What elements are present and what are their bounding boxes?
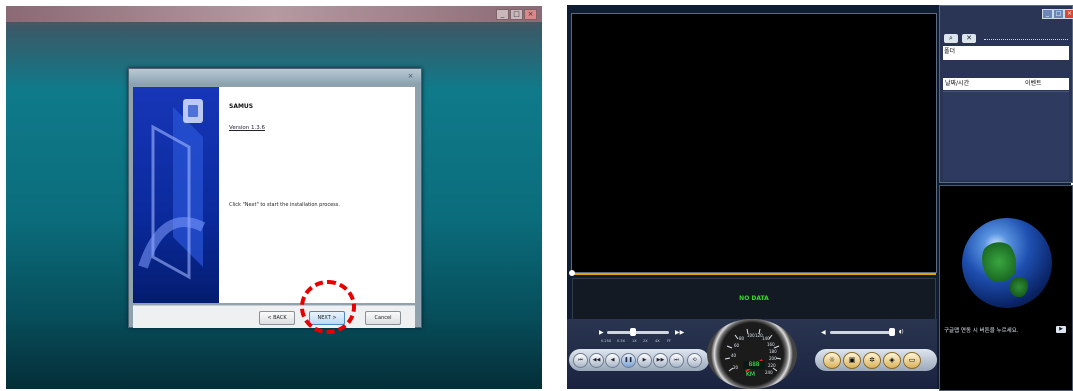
globe-image: [962, 218, 1052, 308]
gauge-tick: 240: [765, 370, 773, 375]
gauge-tick: 180: [769, 349, 777, 354]
speed-digits: 888: [743, 361, 765, 369]
control-bar: ▶ ▶▶ 0.25X 0.5X 1X 2X 4X FF ◀ ◖) ⏮ ◀◀ ◀ …: [567, 319, 937, 389]
speed-label: 1X: [632, 339, 637, 343]
speed-slider-knob[interactable]: [630, 328, 636, 336]
video-area: [571, 13, 937, 273]
dashcam-player: NO DATA ▶ ▶▶ 0.25X 0.5X 1X 2X 4X FF ◀ ◖)…: [567, 5, 1073, 391]
installer-banner: [133, 87, 219, 303]
next-highlight-circle: [300, 280, 356, 334]
maximize-icon[interactable]: □: [1053, 9, 1064, 19]
minimize-icon[interactable]: _: [1042, 9, 1053, 19]
version-link[interactable]: Version 1.3.6: [229, 125, 265, 131]
globe-landmass: [982, 240, 1016, 284]
folder-label: 폴더: [944, 48, 956, 55]
pause-icon[interactable]: ❚❚: [621, 353, 636, 368]
event-list-header: 날짜/시간 이벤트: [943, 78, 1069, 90]
fast-play-icon[interactable]: ▶▶: [675, 329, 684, 336]
capture-icon[interactable]: ☼: [823, 352, 841, 369]
gauge-tick: 100: [747, 333, 755, 338]
map-panel: 구글맵 연동 시 버튼을 누르세요. ▶: [939, 185, 1073, 391]
cancel-button[interactable]: Cancel: [365, 311, 401, 325]
back-button[interactable]: < BACK: [259, 311, 295, 325]
event-column-header[interactable]: 이벤트: [1025, 78, 1042, 89]
timeline-knob[interactable]: [569, 270, 575, 276]
gauge-tick: 20: [733, 365, 739, 370]
folder-row[interactable]: 폴더: [943, 46, 1069, 60]
google-map-button[interactable]: ▶: [1056, 326, 1066, 333]
tools-icon[interactable]: ✕: [962, 34, 976, 43]
repeat-icon[interactable]: ⟲: [687, 353, 702, 368]
globe-landmass: [1010, 276, 1028, 298]
options-icon[interactable]: ◈: [883, 352, 901, 369]
open-folder-icon[interactable]: ▭: [903, 352, 921, 369]
slow-play-icon[interactable]: ▶: [599, 329, 604, 336]
last-icon[interactable]: ⏭: [669, 353, 684, 368]
volume-slider[interactable]: [830, 331, 894, 334]
dialog-close-icon[interactable]: ×: [405, 71, 416, 81]
save-icon[interactable]: ▣: [843, 352, 861, 369]
speed-label: 2X: [643, 339, 648, 343]
banner-graphic: [138, 99, 206, 280]
prev-icon[interactable]: ◀◀: [589, 353, 604, 368]
playback-buttons: ⏮ ◀◀ ◀ ❚❚ ▶ ▶▶ ⏭ ⟲: [569, 349, 709, 371]
divider: [984, 39, 1068, 40]
timeline-bar[interactable]: [572, 273, 936, 275]
tool-buttons: ☼ ▣ ✲ ◈ ▭: [815, 349, 937, 371]
gauge-tick: 160: [767, 342, 775, 347]
reverse-icon[interactable]: ◀: [605, 353, 620, 368]
spacer: [943, 62, 1069, 76]
minimize-icon[interactable]: _: [496, 9, 509, 20]
speed-label: 0.5X: [617, 339, 625, 343]
gauge-tick: 200: [769, 356, 777, 361]
search-icon[interactable]: ⌕: [944, 34, 958, 43]
volume-slider-knob[interactable]: [889, 328, 895, 336]
desktop-titlebar: _ □ ×: [6, 6, 542, 22]
speed-label: 4X: [655, 339, 660, 343]
file-panel: _ □ × ⌕ ✕ 폴더 날짜/시간 이벤트: [939, 5, 1073, 183]
speed-unit: KM: [746, 371, 756, 378]
dialog-titlebar: ×: [129, 69, 421, 85]
close-icon[interactable]: ×: [1064, 9, 1073, 19]
product-name: SAMUS: [229, 103, 254, 110]
close-icon[interactable]: ×: [524, 9, 537, 20]
speaker-icon[interactable]: ◖): [899, 329, 904, 335]
next-icon[interactable]: ▶▶: [653, 353, 668, 368]
gauge-tick: 40: [731, 353, 737, 358]
install-instruction: Click "Next" to start the installation p…: [229, 202, 340, 208]
dialog-footer: < BACK NEXT > Cancel: [133, 305, 415, 328]
speedometer-dial: [724, 328, 782, 372]
gauge-tick: 220: [768, 363, 776, 368]
maximize-icon[interactable]: □: [510, 9, 523, 20]
event-list[interactable]: [943, 91, 1069, 180]
google-map-hint: 구글맵 연동 시 버튼을 누르세요.: [944, 328, 1019, 334]
speed-label: 0.25X: [601, 339, 612, 343]
setup-dialog: × SAMUS Version 1.3.6 Click "Next" to st…: [128, 68, 422, 328]
no-data-label: NO DATA: [739, 295, 769, 302]
first-icon[interactable]: ⏮: [573, 353, 588, 368]
graph-panel: NO DATA: [572, 278, 936, 320]
volume-icon[interactable]: ◀: [821, 329, 826, 336]
gauge-tick: 80: [739, 336, 745, 341]
speed-slider[interactable]: [607, 331, 669, 334]
speed-label: FF: [667, 339, 672, 343]
gauge-tick: 140: [762, 336, 770, 341]
datetime-column-header[interactable]: 날짜/시간: [945, 78, 969, 89]
play-icon[interactable]: ▶: [637, 353, 652, 368]
dialog-body: SAMUS Version 1.3.6 Click "Next" to star…: [133, 87, 415, 303]
installer-desktop: _ □ × × SAMUS Version 1.3.6 Click "Next"…: [6, 6, 542, 389]
settings-icon[interactable]: ✲: [863, 352, 881, 369]
gauge-tick: 60: [734, 343, 740, 348]
speedometer: 20 40 60 80 100 120 140 160 180 200 220 …: [707, 319, 797, 389]
